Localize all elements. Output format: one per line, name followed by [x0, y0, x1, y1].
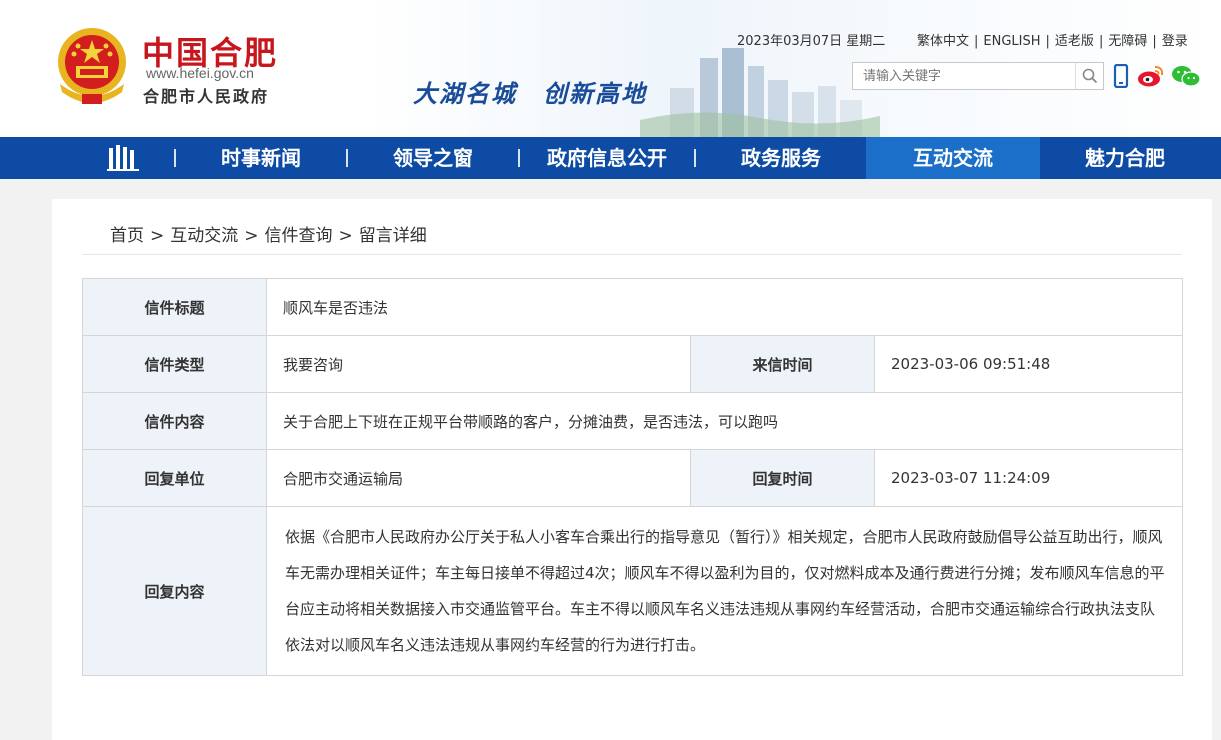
login-link[interactable]: 登录: [1162, 34, 1188, 49]
breadcrumb-letter-query[interactable]: 信件查询: [265, 226, 333, 246]
breadcrumb-current: 留言详细: [358, 226, 427, 246]
english-link[interactable]: ENGLISH: [983, 34, 1040, 49]
search-input[interactable]: [853, 63, 1073, 89]
reply-content-value: 依据《合肥市人民政府办公厅关于私人小客车合乘出行的指导意见（暂行）》相关规定，合…: [266, 506, 1183, 676]
link-separator: |: [974, 34, 979, 49]
breadcrumb-arrow: >: [150, 226, 165, 246]
type-label: 信件类型: [82, 335, 267, 393]
nav-item-gov-info[interactable]: 政府信息公开: [520, 137, 694, 179]
sent-time-value: 2023-03-06 09:51:48: [874, 335, 1183, 393]
top-links: 繁体中文 | ENGLISH | 适老版 | 无障碍 | 登录: [917, 30, 1188, 49]
title-label: 信件标题: [82, 278, 267, 336]
reply-unit-value: 合肥市交通运输局: [266, 449, 691, 507]
site-government-name: 合肥市人民政府: [143, 87, 270, 106]
breadcrumb-arrow: >: [244, 226, 259, 246]
breadcrumb-home[interactable]: 首页: [110, 226, 144, 246]
current-date: 2023年03月07日 星期二: [737, 34, 886, 49]
content-label: 信件内容: [82, 392, 267, 450]
home-building-icon[interactable]: [106, 144, 140, 172]
reply-content-label: 回复内容: [82, 506, 267, 676]
mobile-icon[interactable]: [1113, 64, 1129, 88]
breadcrumb-divider: [82, 254, 1182, 255]
traditional-chinese-link[interactable]: 繁体中文: [917, 34, 969, 49]
site-url: www.hefei.gov.cn: [146, 65, 254, 81]
reply-unit-label: 回复单位: [82, 449, 267, 507]
main-nav: 时事新闻 领导之窗 政府信息公开 政务服务 互动交流 魅力合肥: [0, 137, 1221, 179]
letter-detail-table: 信件标题 顺风车是否违法 信件类型 我要咨询 来信时间 2023-03-06 0…: [82, 278, 1183, 676]
table-row: 信件标题 顺风车是否违法: [82, 278, 1183, 336]
link-separator: |: [1152, 34, 1157, 49]
site-header: 中国合肥 www.hefei.gov.cn 合肥市人民政府 大湖名城 创新高地 …: [0, 0, 1221, 137]
search-box: [852, 62, 1104, 90]
table-row: 回复单位 合肥市交通运输局 回复时间 2023-03-07 11:24:09: [82, 449, 1183, 507]
national-emblem-icon: [58, 28, 126, 104]
nav-item-interaction[interactable]: 互动交流: [866, 137, 1040, 179]
breadcrumb: 首页 > 互动交流 > 信件查询 > 留言详细: [110, 221, 427, 246]
breadcrumb-arrow: >: [338, 226, 353, 246]
nav-item-leaders[interactable]: 领导之窗: [348, 137, 518, 179]
nav-item-services[interactable]: 政务服务: [696, 137, 866, 179]
slogan: 大湖名城 创新高地: [413, 79, 647, 108]
nav-item-charm-hefei[interactable]: 魅力合肥: [1040, 137, 1210, 179]
title-value: 顺风车是否违法: [266, 278, 1183, 336]
reply-time-value: 2023-03-07 11:24:09: [874, 449, 1183, 507]
sent-time-label: 来信时间: [690, 335, 875, 393]
search-button[interactable]: [1075, 63, 1103, 89]
content-panel: 首页 > 互动交流 > 信件查询 > 留言详细 信件标题 顺风车是否违法 信件类型 我要咨询…: [52, 199, 1212, 740]
table-row: 回复内容 依据《合肥市人民政府办公厅关于私人小客车合乘出行的指导意见（暂行）》相…: [82, 506, 1183, 676]
wechat-icon[interactable]: [1171, 64, 1201, 88]
type-value: 我要咨询: [266, 335, 691, 393]
accessibility-link[interactable]: 无障碍: [1108, 34, 1147, 49]
elderly-version-link[interactable]: 适老版: [1055, 34, 1094, 49]
table-row: 信件类型 我要咨询 来信时间 2023-03-06 09:51:48: [82, 335, 1183, 393]
link-separator: |: [1045, 34, 1050, 49]
table-row: 信件内容 关于合肥上下班在正规平台带顺路的客户，分摊油费，是否违法，可以跑吗: [82, 392, 1183, 450]
weibo-icon[interactable]: [1137, 64, 1165, 88]
content-value: 关于合肥上下班在正规平台带顺路的客户，分摊油费，是否违法，可以跑吗: [266, 392, 1183, 450]
search-icon: [1082, 68, 1097, 84]
reply-time-label: 回复时间: [690, 449, 875, 507]
link-separator: |: [1098, 34, 1104, 49]
nav-item-news[interactable]: 时事新闻: [176, 137, 346, 179]
city-skyline-image: [640, 48, 880, 137]
breadcrumb-interaction[interactable]: 互动交流: [170, 226, 238, 246]
